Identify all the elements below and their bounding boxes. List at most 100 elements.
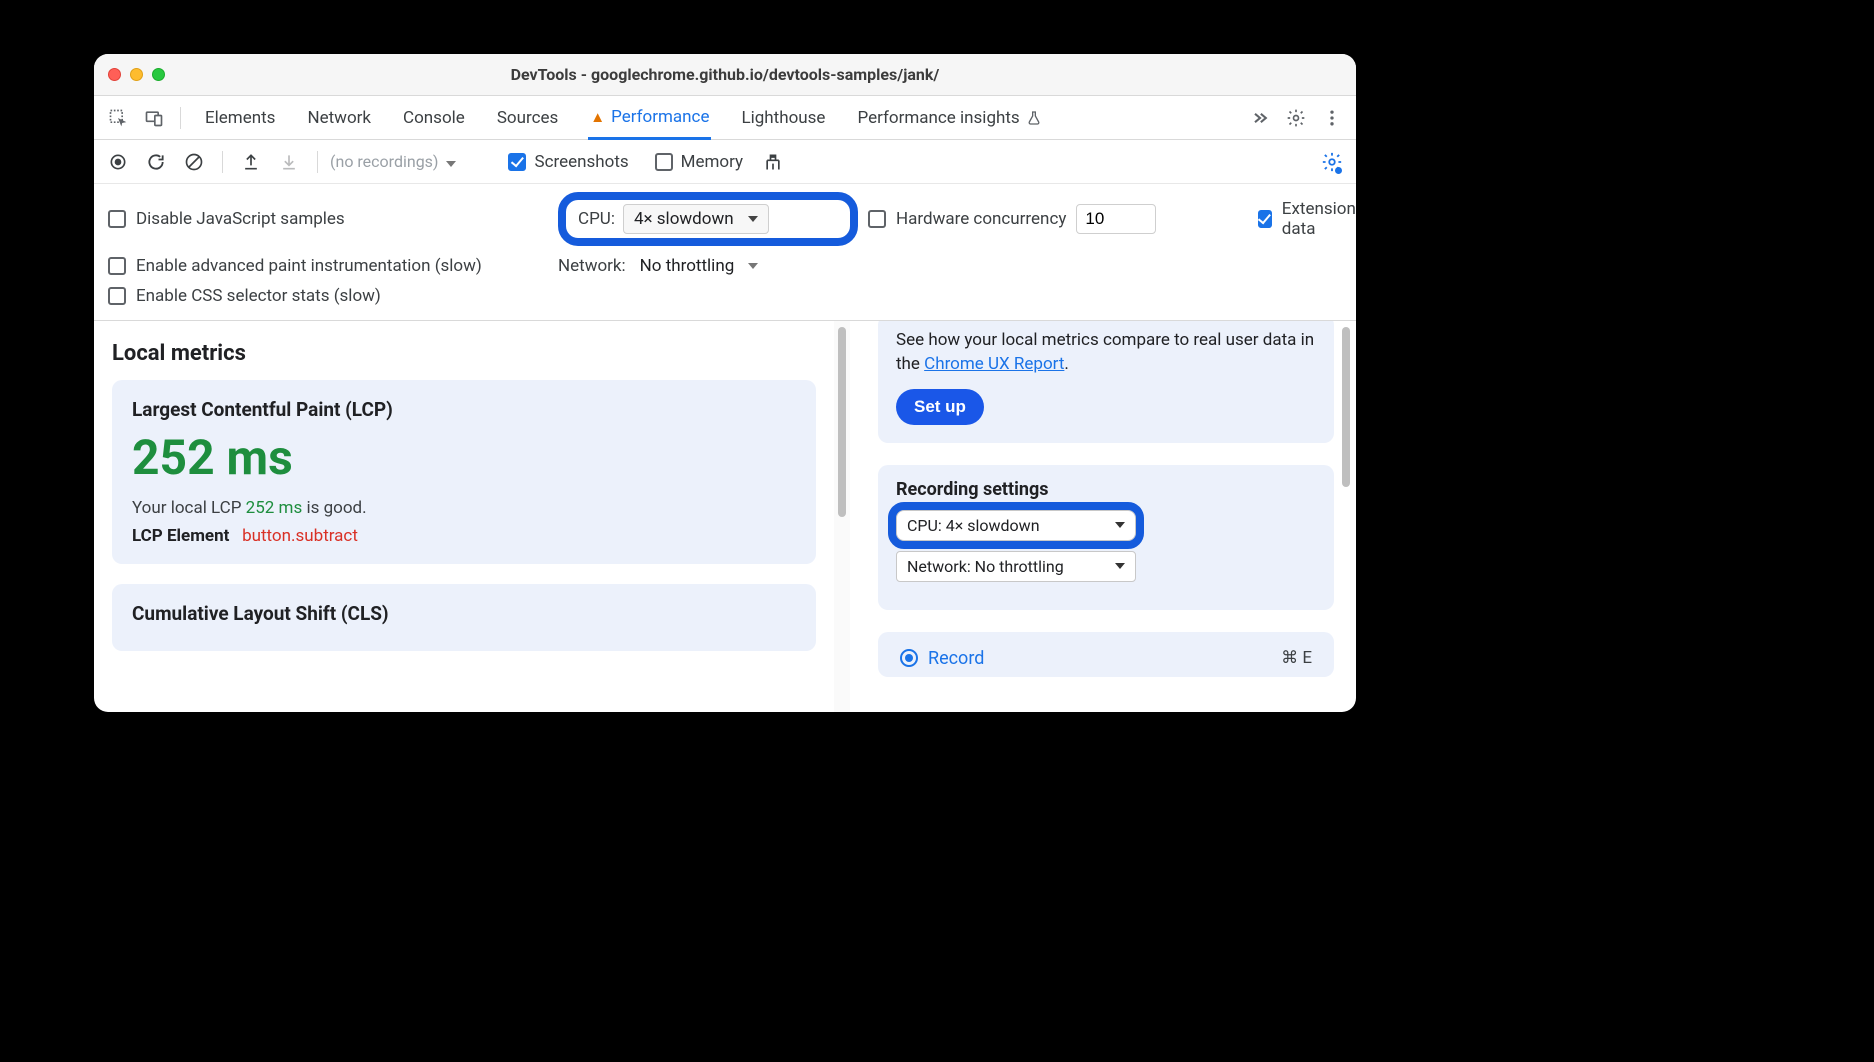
lcp-desc-suffix: is good. (302, 498, 366, 518)
hardware-concurrency-field[interactable] (1076, 204, 1156, 234)
disable-js-samples-label: Disable JavaScript samples (136, 209, 345, 229)
separator (180, 107, 181, 129)
network-throttle-select[interactable]: No throttling (640, 256, 759, 276)
lcp-element-selector[interactable]: button.subtract (242, 526, 358, 546)
disable-js-samples-input[interactable] (108, 210, 126, 228)
lcp-title: Largest Contentful Paint (LCP) (132, 398, 796, 421)
cls-title: Cumulative Layout Shift (CLS) (132, 602, 796, 625)
window-controls (108, 68, 165, 81)
record-button-icon[interactable] (102, 146, 134, 178)
recording-cpu-select[interactable]: CPU: 4× slowdown (896, 510, 1136, 541)
memory-checkbox[interactable]: Memory (655, 152, 743, 172)
local-metrics-heading: Local metrics (112, 341, 816, 366)
upload-profile-icon[interactable] (235, 146, 267, 178)
record-action[interactable]: Record (900, 648, 984, 669)
chevron-down-icon (748, 216, 758, 222)
chevron-down-icon (748, 263, 758, 269)
disable-js-samples-checkbox[interactable]: Disable JavaScript samples (108, 209, 548, 229)
inspect-element-icon[interactable] (102, 102, 134, 134)
enable-paint-instr-input[interactable] (108, 257, 126, 275)
tab-network[interactable]: Network (305, 98, 373, 138)
lcp-desc-value: 252 ms (246, 498, 303, 518)
hardware-concurrency-input[interactable] (868, 210, 886, 228)
lcp-element-row: LCP Element button.subtract (132, 526, 796, 546)
tab-performance-label: Performance (611, 107, 709, 127)
hardware-concurrency-checkbox[interactable]: Hardware concurrency (868, 209, 1066, 229)
chevron-down-icon (446, 161, 456, 167)
tab-console[interactable]: Console (401, 98, 467, 138)
maximize-window-button[interactable] (152, 68, 165, 81)
screenshots-checkbox-input[interactable] (508, 153, 526, 171)
performance-toolbar: (no recordings) Screenshots Memory (94, 140, 1356, 184)
enable-css-stats-input[interactable] (108, 287, 126, 305)
network-throttle-row: Network: No throttling (558, 256, 858, 276)
record-icon (900, 649, 918, 667)
memory-label: Memory (681, 152, 743, 172)
enable-paint-instr-label: Enable advanced paint instrumentation (s… (136, 256, 482, 276)
tab-performance-insights[interactable]: Performance insights (855, 98, 1043, 138)
warning-icon: ▲ (590, 108, 605, 126)
cpu-throttle-highlight: CPU: 4× slowdown (558, 192, 858, 246)
lcp-value: 252 ms (132, 429, 796, 486)
left-scrollbar[interactable] (834, 321, 850, 712)
lcp-element-label: LCP Element (132, 526, 229, 546)
screenshots-label: Screenshots (534, 152, 628, 172)
kebab-menu-icon[interactable] (1316, 102, 1348, 134)
extension-data-checkbox[interactable]: Extension data (1258, 199, 1356, 239)
tabs: Elements Network Console Sources ▲ Perfo… (203, 97, 1044, 139)
hardware-concurrency-row: Hardware concurrency (868, 204, 1248, 234)
recordings-label: (no recordings) (330, 152, 439, 171)
clear-icon[interactable] (178, 146, 210, 178)
lcp-card: Largest Contentful Paint (LCP) 252 ms Yo… (112, 380, 816, 564)
extension-data-input[interactable] (1258, 210, 1272, 228)
garbage-collect-icon[interactable] (757, 146, 789, 178)
lcp-description: Your local LCP 252 ms is good. (132, 498, 796, 518)
close-window-button[interactable] (108, 68, 121, 81)
device-toolbar-icon[interactable] (138, 102, 170, 134)
titlebar: DevTools - googlechrome.github.io/devtoo… (94, 54, 1356, 96)
chevron-down-icon (1115, 563, 1125, 569)
recording-cpu-value: CPU: 4× slowdown (907, 516, 1040, 535)
field-data-text: See how your local metrics compare to re… (896, 329, 1316, 377)
settings-gear-icon[interactable] (1280, 102, 1312, 134)
enable-paint-instr-checkbox[interactable]: Enable advanced paint instrumentation (s… (108, 256, 548, 276)
recording-settings-card: Recording settings CPU: 4× slowdown Netw… (878, 465, 1334, 610)
network-label: Network: (558, 256, 626, 276)
record-shortcut: ⌘ E (1281, 648, 1312, 668)
tab-performance[interactable]: ▲ Performance (588, 97, 711, 140)
enable-css-stats-checkbox[interactable]: Enable CSS selector stats (slow) (108, 286, 548, 306)
minimize-window-button[interactable] (130, 68, 143, 81)
right-pane: See how your local metrics compare to re… (850, 321, 1356, 712)
enable-css-stats-label: Enable CSS selector stats (slow) (136, 286, 381, 306)
screenshots-checkbox[interactable]: Screenshots (508, 152, 628, 172)
memory-checkbox-input[interactable] (655, 153, 673, 171)
extension-data-label: Extension data (1282, 199, 1356, 239)
right-scrollbar-thumb[interactable] (1342, 327, 1350, 487)
cls-card: Cumulative Layout Shift (CLS) (112, 584, 816, 651)
window-title: DevTools - googlechrome.github.io/devtoo… (94, 65, 1356, 84)
cpu-label: CPU: (578, 209, 615, 229)
hardware-concurrency-label: Hardware concurrency (896, 209, 1066, 229)
download-profile-icon[interactable] (273, 146, 305, 178)
reload-record-icon[interactable] (140, 146, 172, 178)
local-metrics-pane: Local metrics Largest Contentful Paint (… (94, 321, 834, 712)
recordings-dropdown[interactable]: (no recordings) (330, 152, 456, 171)
recording-network-select[interactable]: Network: No throttling (896, 551, 1136, 582)
tab-lighthouse[interactable]: Lighthouse (739, 98, 827, 138)
capture-settings: Disable JavaScript samples CPU: 4× slowd… (94, 184, 1356, 321)
setup-button[interactable]: Set up (896, 389, 984, 425)
field-text-b: . (1064, 354, 1068, 374)
cpu-throttle-select[interactable]: 4× slowdown (623, 204, 769, 234)
more-tabs-icon[interactable] (1244, 102, 1276, 134)
chevron-down-icon (1115, 522, 1125, 528)
crux-report-link[interactable]: Chrome UX Report (924, 354, 1064, 374)
tab-elements[interactable]: Elements (203, 98, 277, 138)
scrollbar-thumb[interactable] (838, 327, 846, 517)
capture-settings-icon[interactable] (1316, 146, 1348, 178)
tab-sources[interactable]: Sources (495, 98, 560, 138)
field-data-card: See how your local metrics compare to re… (878, 321, 1334, 443)
record-label: Record (928, 648, 984, 669)
devtools-window: DevTools - googlechrome.github.io/devtoo… (94, 54, 1356, 712)
recording-settings-heading: Recording settings (896, 479, 1316, 500)
record-card: Record ⌘ E (878, 632, 1334, 677)
